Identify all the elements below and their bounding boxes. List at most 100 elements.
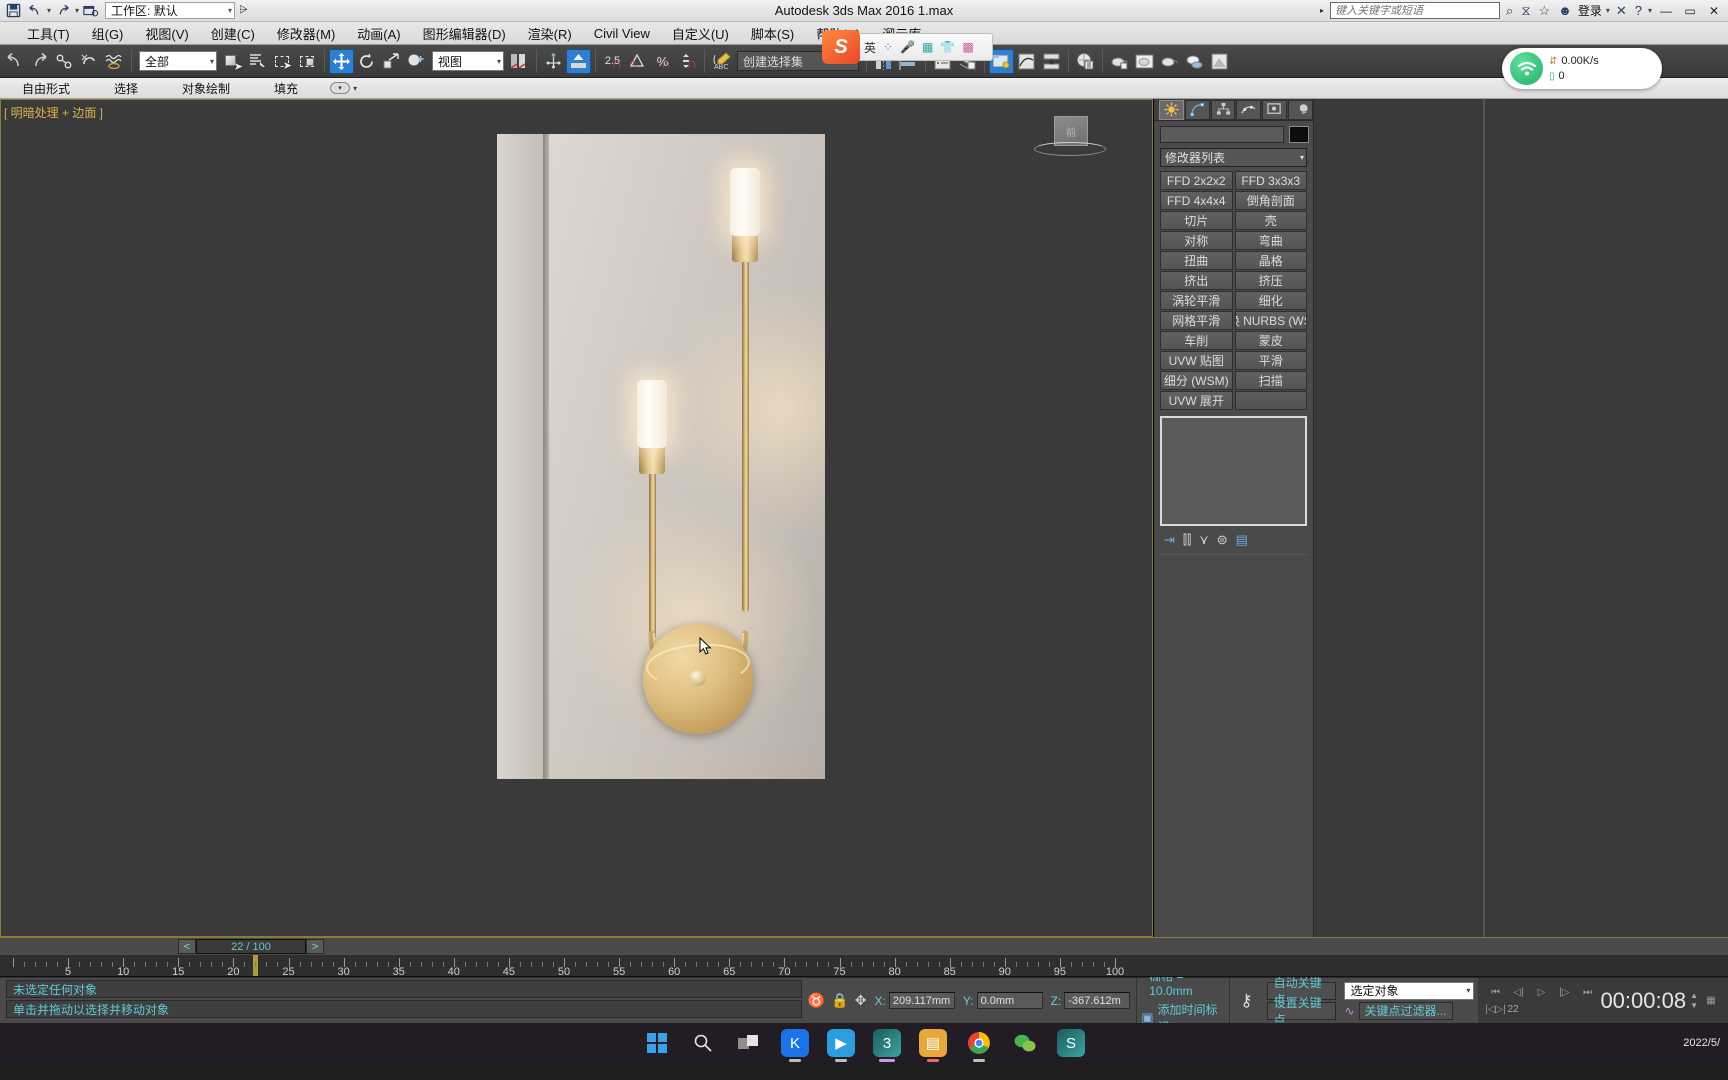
help-dropdown-icon[interactable]: ▾ (1648, 6, 1652, 15)
modifier-uvw-map[interactable]: UVW 贴图 (1160, 351, 1233, 370)
use-selection-center-icon[interactable] (541, 49, 566, 74)
angle-snap-toggle-icon[interactable]: ∩ (625, 49, 650, 74)
video-icon[interactable]: ▶ (827, 1029, 855, 1062)
modifier-twist[interactable]: 扭曲 (1160, 251, 1233, 270)
taskview-icon[interactable] (735, 1029, 763, 1057)
exchange-app-icon[interactable]: ✕ (1614, 3, 1629, 19)
selection-filter-combo[interactable]: 全部 ▾ (139, 51, 217, 71)
pin-stack-icon[interactable]: ⇥ (1164, 532, 1175, 548)
modifier-symmetry[interactable]: 对称 (1160, 231, 1233, 250)
activeshade-icon[interactable] (1207, 49, 1232, 74)
restore-button[interactable]: ▭ (1680, 2, 1700, 20)
curve-editor-icon[interactable] (1014, 49, 1039, 74)
menu-create[interactable]: 创建(C) (200, 22, 266, 45)
start-icon[interactable] (643, 1029, 671, 1057)
absolute-relative-mode-icon[interactable]: ✥ (855, 992, 867, 1009)
time-slider-handle[interactable]: < 22 / 100 > (178, 939, 324, 954)
modifier-stack-list[interactable] (1160, 416, 1307, 526)
isolate-selection-icon[interactable]: ♉ (808, 992, 825, 1009)
keyboard-icon[interactable]: ▦ (922, 40, 933, 54)
infocenter-expand-icon[interactable]: ▸ (1320, 6, 1324, 15)
redo-icon[interactable] (53, 2, 73, 20)
chrome-icon[interactable] (965, 1029, 993, 1062)
sogou-logo-icon[interactable]: S (822, 30, 860, 64)
undo-dropdown-icon[interactable]: ▾ (47, 6, 51, 15)
redo-dropdown-icon[interactable]: ▾ (75, 6, 79, 15)
prev-frame-button[interactable]: < (178, 939, 196, 954)
menu-group[interactable]: 组(G) (81, 22, 135, 45)
menu-views[interactable]: 视图(V) (134, 22, 199, 45)
modifier-turbosmooth[interactable]: 涡轮平滑 (1160, 291, 1233, 310)
render-iterative-icon[interactable] (1182, 49, 1207, 74)
show-end-result-icon[interactable]: ⫿⫿ (1183, 532, 1191, 548)
play-animation-icon[interactable]: ▷ (1530, 984, 1552, 1000)
remove-modifier-icon[interactable]: ⊜ (1217, 532, 1228, 548)
select-and-rotate-icon[interactable] (354, 49, 379, 74)
menu-modifiers[interactable]: 修改器(M) (266, 22, 347, 45)
wps-icon[interactable]: K (781, 1029, 809, 1062)
configure-modifier-sets-icon[interactable]: ▤ (1236, 532, 1248, 548)
menu-civil-view[interactable]: Civil View (583, 24, 661, 43)
login-label[interactable]: 登录 (1578, 2, 1602, 19)
create-tab[interactable] (1159, 99, 1184, 120)
bind-to-space-warp-icon[interactable] (102, 49, 127, 74)
go-to-end-icon[interactable]: ⏭ (1576, 984, 1598, 1000)
spinner-down-icon[interactable]: ▼ (1690, 1001, 1698, 1010)
ribbon-selection[interactable]: 选择 (92, 80, 160, 97)
ribbon-object-paint[interactable]: 对象绘制 (160, 80, 252, 97)
select-by-name-icon[interactable] (245, 49, 270, 74)
modifier-meshsmooth[interactable]: 网格平滑 (1160, 311, 1233, 330)
select-and-scale-icon[interactable] (379, 49, 404, 74)
redo-toolbar-icon[interactable] (27, 49, 52, 74)
close-button[interactable]: ✕ (1704, 2, 1724, 20)
undo-toolbar-icon[interactable] (2, 49, 27, 74)
modifier-squeeze[interactable]: 挤压 (1234, 271, 1307, 290)
modifier-extrude[interactable]: 挤出 (1160, 271, 1233, 290)
login-dropdown-icon[interactable]: ▾ (1606, 6, 1610, 15)
time-slider-bar[interactable]: < 22 / 100 > (0, 937, 1728, 955)
object-color-swatch[interactable] (1289, 126, 1309, 143)
undo-icon[interactable] (25, 2, 45, 20)
render-production-icon[interactable] (1157, 49, 1182, 74)
modifier-bend[interactable]: 弯曲 (1234, 231, 1307, 250)
menu-graph-editors[interactable]: 图形编辑器(D) (412, 22, 517, 45)
edit-named-selection-sets-icon[interactable]: ABC (709, 49, 734, 74)
help-icon[interactable]: ? (1633, 3, 1644, 18)
menu-scripting[interactable]: 脚本(S) (740, 22, 805, 45)
binoculars-icon[interactable]: ⌕ (1504, 3, 1515, 19)
ribbon-populate[interactable]: 填充 (252, 80, 320, 97)
spinner-up-icon[interactable]: ▲ (1690, 991, 1698, 1000)
modifier-empty-slot[interactable] (1234, 391, 1307, 410)
coord-x-field[interactable]: 209.117mm (888, 992, 955, 1009)
viewport-canvas[interactable]: · 前 (1, 100, 1152, 936)
modifier-subdivide-wsm[interactable]: 细分 (WSM) (1160, 371, 1233, 390)
account-icon[interactable]: ☻ (1556, 3, 1574, 18)
mic-icon[interactable]: 🎤 (900, 40, 915, 54)
hierarchy-tab[interactable] (1210, 99, 1236, 120)
view-cube-compass-ring[interactable] (1034, 142, 1106, 156)
ribbon-overflow[interactable]: ▾ ▾ (330, 82, 357, 94)
workspace-combo[interactable]: 工作区: 默认 ▾ (105, 2, 236, 19)
favorites-star-icon[interactable]: ☆ (1536, 3, 1552, 19)
select-and-link-icon[interactable] (52, 49, 77, 74)
spinner-snap-toggle-icon[interactable]: ∩ (675, 49, 700, 74)
modifier-smooth[interactable]: 平滑 (1234, 351, 1307, 370)
skin-icon[interactable]: 👕 (940, 40, 955, 54)
go-to-start-icon[interactable]: ⏮ (1484, 984, 1506, 1000)
current-frame-display[interactable]: 22 / 100 (196, 939, 306, 954)
key-filters-button[interactable]: 关键点过滤器... (1358, 1001, 1453, 1020)
view-cube[interactable]: 前 (1034, 116, 1106, 168)
rectangular-selection-region-icon[interactable]: ➤ (270, 49, 295, 74)
ribbon-freeform[interactable]: 自由形式 (0, 80, 92, 97)
menu-customize[interactable]: 自定义(U) (661, 22, 740, 45)
subscription-icon[interactable]: ⧖ (1519, 3, 1532, 19)
window-crossing-toggle-icon[interactable] (295, 49, 320, 74)
motion-tab[interactable] (1236, 99, 1262, 120)
viewport-label[interactable]: [ 明暗处理 + 边面 ] (4, 104, 103, 121)
taskbar-clock[interactable]: 2022/5/ (1683, 1036, 1720, 1050)
track-bar-ruler[interactable]: 5 10 15 20 25 30 35 40 45 50 55 60 65 70 75 80 85 90 95 100 (0, 955, 1728, 977)
modifier-shell[interactable]: 壳 (1234, 211, 1307, 230)
menu-animation[interactable]: 动画(A) (346, 22, 411, 45)
ime-toolbar[interactable]: S 英 ⁘ 🎤 ▦ 👕 ▩ (822, 30, 993, 64)
search-box[interactable] (1330, 2, 1501, 19)
